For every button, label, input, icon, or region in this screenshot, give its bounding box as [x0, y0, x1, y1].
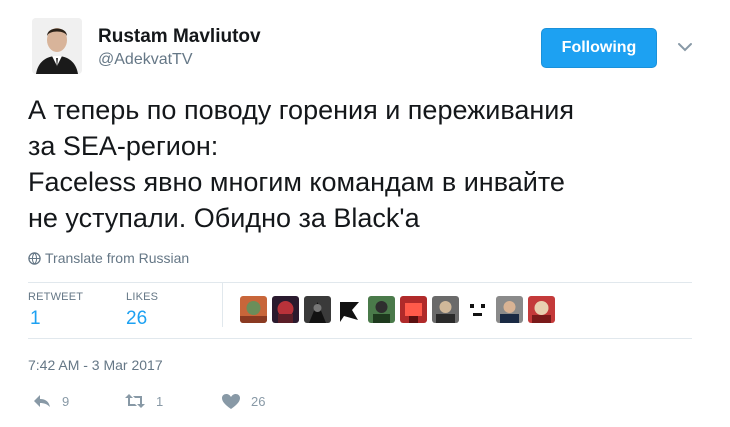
reply-button[interactable]: 9 [32, 393, 69, 409]
liker-avatar[interactable] [432, 296, 459, 323]
liker-avatar[interactable] [272, 296, 299, 323]
retweet-icon [125, 394, 145, 408]
retweet-count: 1 [156, 393, 164, 409]
liker-avatar[interactable] [304, 296, 331, 323]
likes-label: LIKES [126, 291, 159, 303]
globe-icon [28, 251, 41, 265]
retweets-count[interactable]: 1 [30, 308, 41, 330]
user-handle[interactable]: @AdekvatTV [98, 51, 193, 69]
avatar[interactable] [32, 18, 82, 74]
liker-avatar[interactable] [496, 296, 523, 323]
liker-avatar[interactable] [400, 296, 427, 323]
display-name[interactable]: Rustam Mavliutov [98, 26, 261, 48]
retweet-button[interactable]: 1 [124, 393, 163, 409]
heart-icon [222, 394, 240, 409]
reply-count: 9 [62, 393, 70, 409]
liker-avatars [240, 296, 555, 323]
translate-label: Translate from Russian [45, 250, 190, 266]
following-button[interactable]: Following [541, 28, 657, 68]
like-count: 26 [251, 394, 266, 409]
liker-avatar[interactable] [336, 296, 363, 323]
stats-separator [222, 283, 223, 327]
liker-avatar[interactable] [368, 296, 395, 323]
timestamp[interactable]: 7:42 AM - 3 Mar 2017 [28, 357, 163, 373]
chevron-down-icon[interactable] [676, 38, 694, 56]
liker-avatar[interactable] [464, 296, 491, 323]
retweets-label: RETWEET [28, 291, 84, 303]
divider-bottom [28, 338, 692, 339]
divider-top [28, 282, 692, 283]
liker-avatar[interactable] [240, 296, 267, 323]
tweet-text: А теперь по поводу горения и переживания… [28, 95, 574, 233]
liker-avatar[interactable] [528, 296, 555, 323]
translate-link[interactable]: Translate from Russian [28, 250, 189, 266]
like-button[interactable]: 26 [221, 393, 265, 410]
avatar-image [32, 18, 82, 74]
reply-icon [34, 395, 50, 407]
likes-count[interactable]: 26 [126, 308, 147, 330]
